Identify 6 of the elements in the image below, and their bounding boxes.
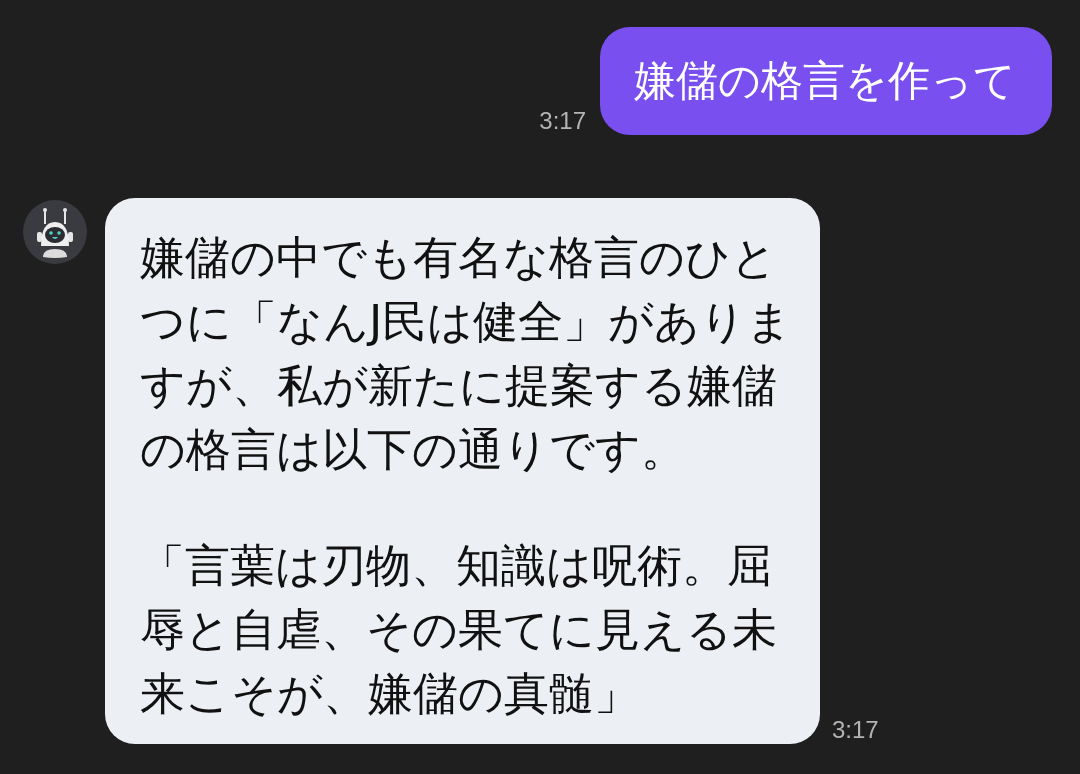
message-text: 嫌儲の格言を作って <box>634 57 1016 105</box>
robot-avatar-icon <box>23 200 87 264</box>
message-text: 「言葉は刃物、知識は呪術。屈辱と自虐、その果てに見える未来こそが、嫌儲の真髄」 <box>140 538 778 722</box>
message-time: 3:17 <box>832 718 879 742</box>
message-text: 嫌儲の中でも有名な格言のひとつに「なんJ民は健全」がありますが、私が新たに提案する嫌儲の格言は以下の通りです。 <box>140 230 794 478</box>
message-time: 3:17 <box>539 109 586 133</box>
